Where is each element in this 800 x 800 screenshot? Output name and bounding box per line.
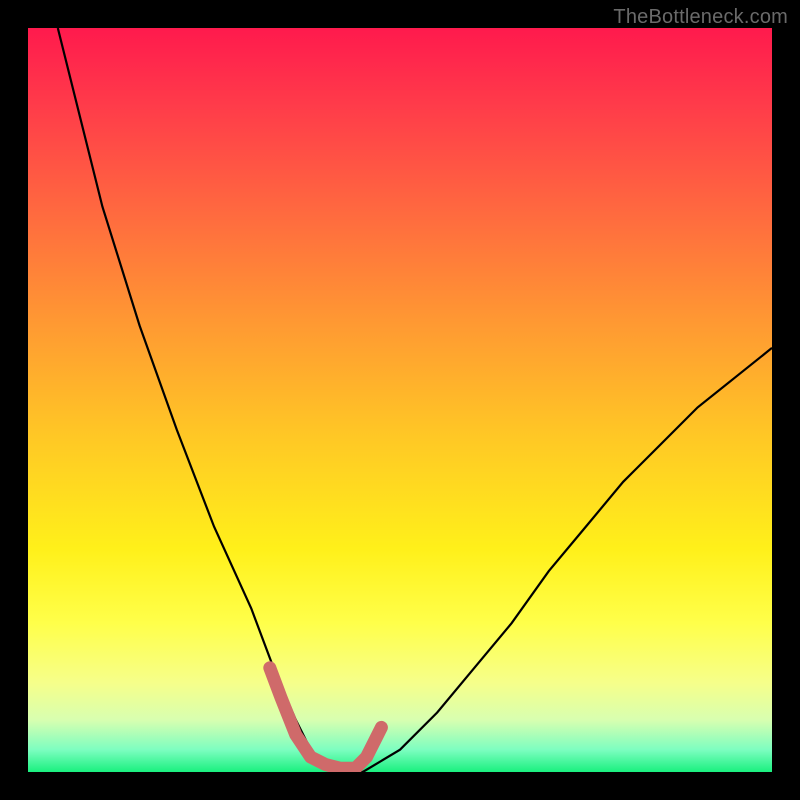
watermark-text: TheBottleneck.com bbox=[613, 6, 788, 29]
highlight-segment bbox=[270, 668, 382, 769]
curve-layer bbox=[28, 28, 772, 772]
chart-frame: TheBottleneck.com bbox=[0, 0, 800, 800]
plot-area bbox=[28, 28, 772, 772]
bottleneck-curve bbox=[58, 28, 772, 772]
